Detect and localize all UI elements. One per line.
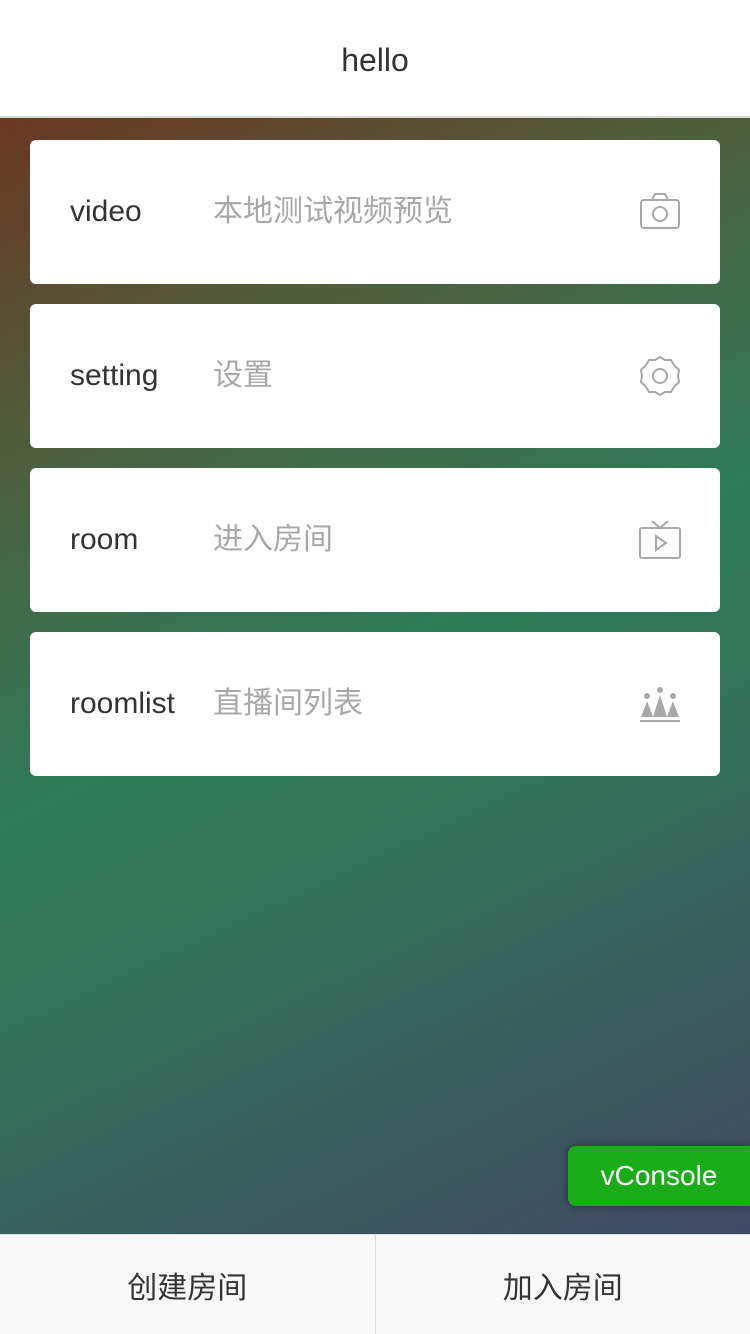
menu-area: video 本地测试视频预览 setting 设置 room 进入房间 room…	[0, 118, 750, 1234]
vconsole-button[interactable]: vConsole	[568, 1146, 750, 1206]
menu-item-desc: 直播间列表	[213, 687, 363, 720]
menu-item-desc: 设置	[213, 359, 273, 392]
menu-item-name: video	[70, 195, 142, 228]
menu-item-video[interactable]: video 本地测试视频预览	[30, 140, 720, 284]
menu-item-setting[interactable]: setting 设置	[30, 304, 720, 448]
create-room-button[interactable]: 创建房间	[0, 1235, 375, 1334]
menu-item-desc: 进入房间	[213, 523, 333, 556]
navigation-bar: hello	[0, 0, 750, 118]
camera-icon	[638, 190, 682, 234]
bottom-action-bar: 创建房间 加入房间	[0, 1234, 750, 1334]
audience-icon	[638, 682, 682, 726]
menu-item-room[interactable]: room 进入房间	[30, 468, 720, 612]
join-room-button[interactable]: 加入房间	[376, 1235, 750, 1334]
menu-item-roomlist[interactable]: roomlist 直播间列表	[30, 632, 720, 776]
menu-item-name: room	[70, 523, 139, 556]
page-title: hello	[341, 41, 409, 78]
tv-icon	[638, 518, 682, 562]
menu-item-name: setting	[70, 359, 159, 392]
menu-item-name: roomlist	[70, 687, 176, 720]
gear-icon	[638, 354, 682, 398]
menu-item-desc: 本地测试视频预览	[213, 195, 453, 228]
